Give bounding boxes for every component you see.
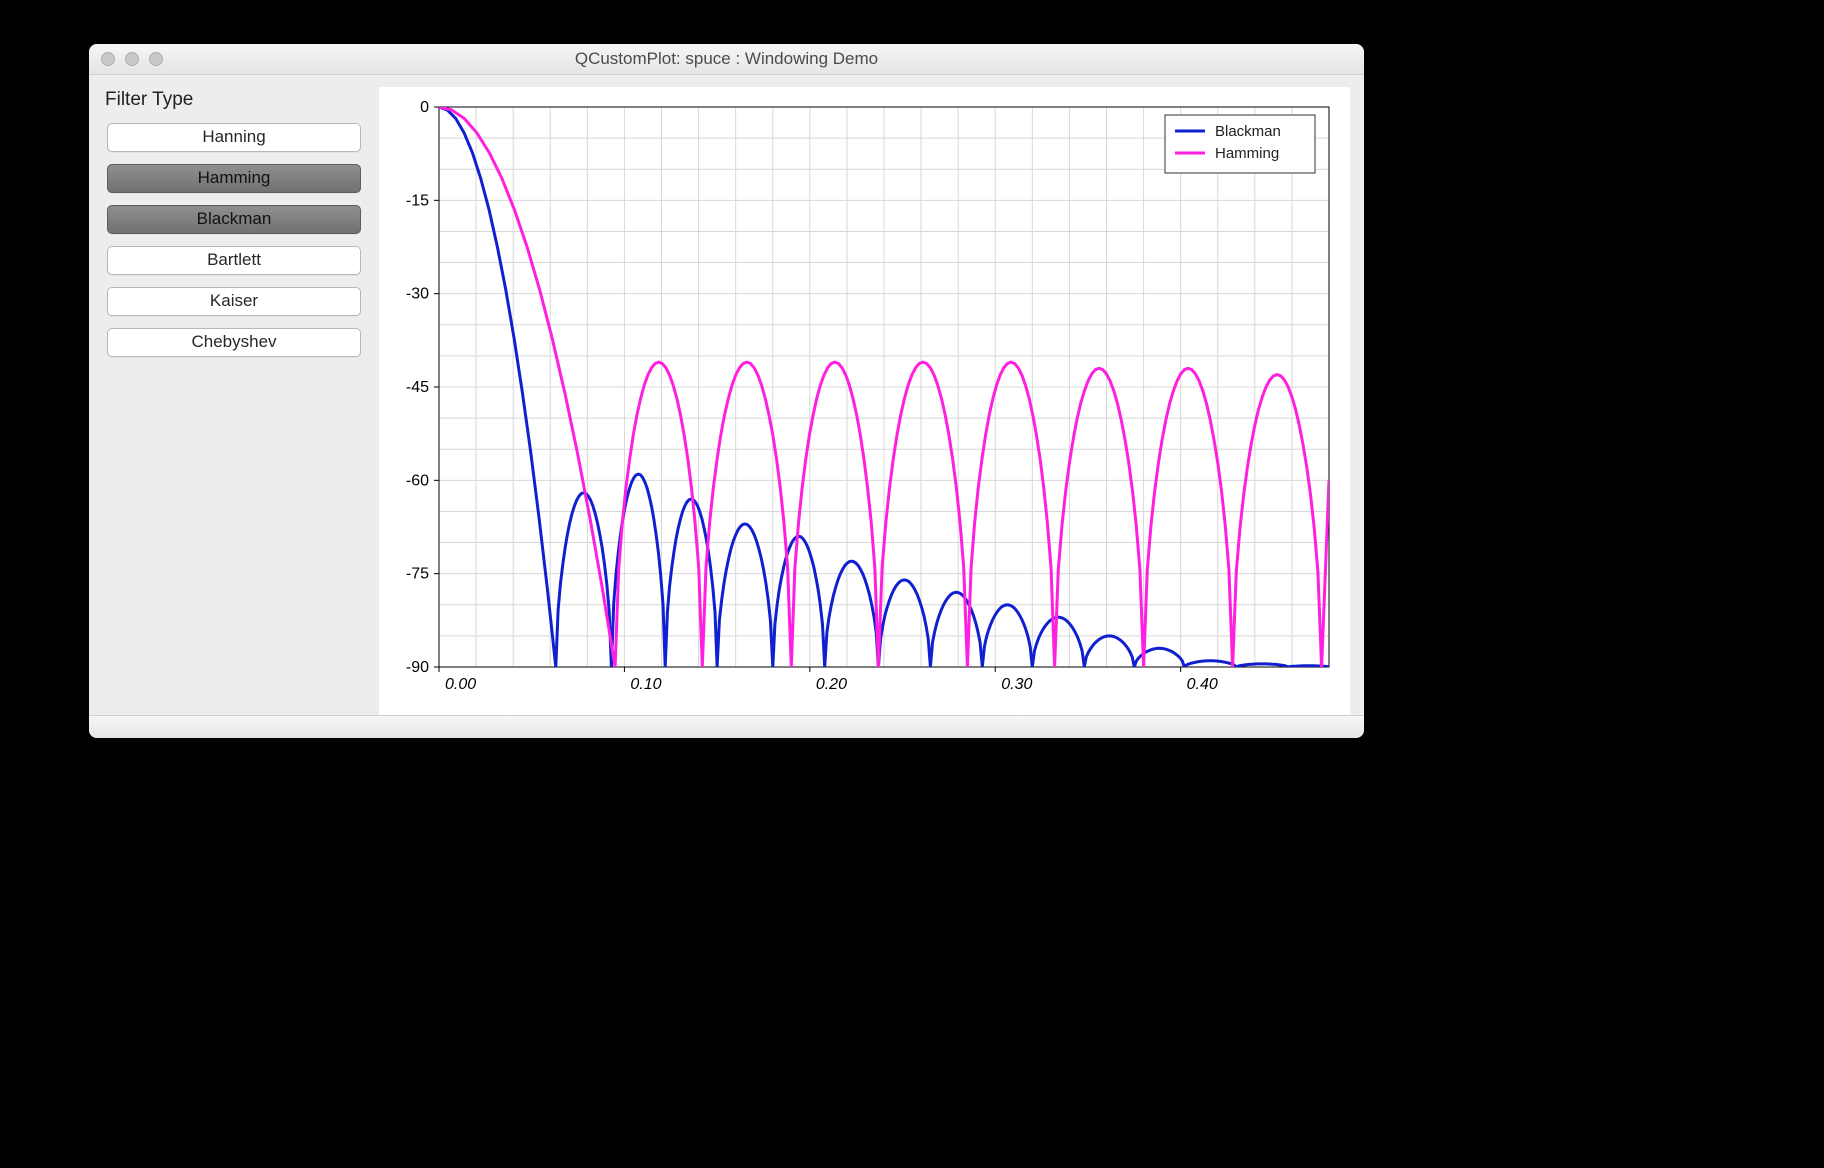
chart: 0 -15 -30 -45 -60 -75 -90 0.00 0.10 0.20 0.30 0.40 B…: [379, 87, 1339, 707]
zoom-icon[interactable]: [149, 52, 163, 66]
minimize-icon[interactable]: [125, 52, 139, 66]
svg-text:0: 0: [420, 99, 429, 116]
filter-button-hamming[interactable]: Hamming: [107, 164, 361, 193]
filter-button-bartlett[interactable]: Bartlett: [107, 246, 361, 275]
app-window: QCustomPlot: spuce : Windowing Demo Filt…: [89, 44, 1364, 738]
svg-text:-75: -75: [406, 566, 429, 583]
titlebar: QCustomPlot: spuce : Windowing Demo: [89, 44, 1364, 75]
filter-button-chebyshev[interactable]: Chebyshev: [107, 328, 361, 357]
filter-type-label: Filter Type: [103, 89, 365, 111]
legend-entry-blackman: Blackman: [1215, 123, 1281, 140]
svg-text:0.20: 0.20: [816, 676, 847, 693]
legend-entry-hamming: Hamming: [1215, 145, 1279, 162]
filter-button-kaiser[interactable]: Kaiser: [107, 287, 361, 316]
svg-text:0.30: 0.30: [1001, 676, 1032, 693]
svg-text:-60: -60: [406, 472, 429, 489]
close-icon[interactable]: [101, 52, 115, 66]
filter-button-hanning[interactable]: Hanning: [107, 123, 361, 152]
window-title: QCustomPlot: spuce : Windowing Demo: [89, 49, 1364, 69]
svg-text:-30: -30: [406, 286, 429, 303]
sidebar: Filter Type Hanning Hamming Blackman Bartle…: [89, 75, 379, 738]
filter-button-blackman[interactable]: Blackman: [107, 205, 361, 234]
svg-text:-45: -45: [406, 379, 429, 396]
svg-text:0.00: 0.00: [445, 676, 476, 693]
svg-text:0.40: 0.40: [1187, 676, 1218, 693]
svg-text:-15: -15: [406, 192, 429, 209]
svg-text:0.10: 0.10: [630, 676, 661, 693]
window-controls: [101, 52, 163, 66]
statusbar: [89, 715, 1364, 738]
plot-area[interactable]: 0 -15 -30 -45 -60 -75 -90 0.00 0.10 0.20 0.30 0.40 B…: [379, 87, 1350, 725]
svg-text:-90: -90: [406, 659, 429, 676]
